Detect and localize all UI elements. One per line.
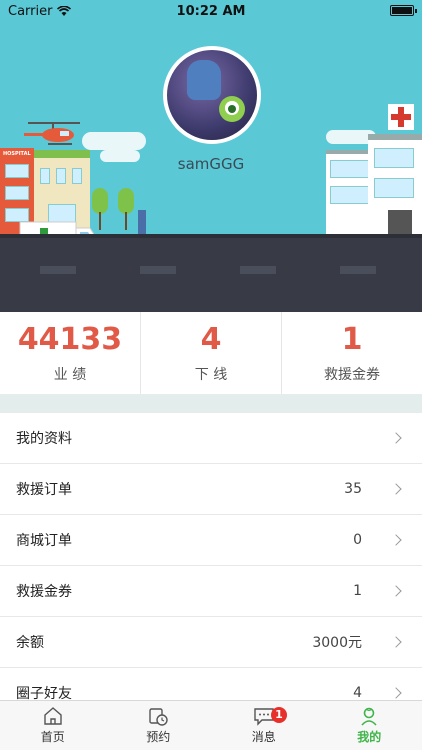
hospital-tower — [368, 134, 422, 238]
tree-icon — [92, 188, 108, 214]
chevron-right-icon — [390, 636, 402, 648]
stat-rescue-coupon[interactable]: 1 救援金券 — [282, 312, 422, 394]
stat-value: 4 — [200, 322, 222, 357]
menu-item-mall-orders[interactable]: 商城订单 0 — [0, 515, 422, 566]
stat-label: 下 线 — [194, 367, 228, 383]
menu-item-rescue-orders[interactable]: 救援订单 35 — [0, 464, 422, 515]
unread-badge: 1 — [271, 707, 287, 723]
stats-panel: 44133 业 绩 4 下 线 1 救援金券 — [0, 312, 422, 394]
chevron-right-icon — [390, 483, 402, 495]
helicopter-icon — [24, 122, 80, 145]
menu-item-balance[interactable]: 余额 3000元 — [0, 617, 422, 668]
tab-appointment[interactable]: 预约 — [106, 701, 212, 750]
avatar[interactable] — [163, 46, 261, 144]
calendar-clock-icon — [149, 708, 168, 726]
menu-list: 我的资料 救援订单 35 商城订单 0 救援金券 1 余额 3000元 圈子好友… — [0, 413, 422, 719]
home-icon — [44, 707, 62, 725]
chevron-right-icon — [390, 534, 402, 546]
tab-messages[interactable]: 消息 1 — [211, 701, 317, 750]
tab-label: 首页 — [40, 730, 65, 744]
menu-item-label: 救援订单 — [16, 482, 72, 498]
menu-item-rescue-coupons[interactable]: 救援金券 1 — [0, 566, 422, 617]
red-cross-icon — [388, 104, 414, 130]
stat-label: 业 绩 — [53, 367, 87, 383]
status-bar: Carrier 10:22 AM — [0, 0, 422, 22]
menu-item-value: 3000元 — [312, 635, 362, 651]
menu-item-label: 我的资料 — [16, 431, 72, 447]
tab-label: 消息 — [251, 730, 276, 744]
profile-screen: HOSPITAL samGGG Carrier 10:22 AM 44133 业… — [0, 0, 422, 750]
menu-item-label: 商城订单 — [16, 533, 72, 549]
tree-icon — [118, 188, 134, 214]
menu-item-label: 余额 — [16, 635, 44, 651]
stat-performance[interactable]: 44133 业 绩 — [0, 312, 141, 394]
username: samGGG — [177, 155, 245, 173]
status-time: 10:22 AM — [176, 3, 246, 19]
tab-home[interactable]: 首页 — [0, 701, 106, 750]
user-icon — [361, 707, 377, 726]
cloud-icon — [82, 132, 146, 150]
stat-value: 44133 — [17, 322, 123, 357]
menu-item-my-profile[interactable]: 我的资料 — [0, 413, 422, 464]
road — [0, 238, 422, 312]
profile-header: HOSPITAL samGGG — [0, 0, 422, 312]
stat-value: 1 — [341, 322, 363, 357]
menu-item-value: 35 — [344, 481, 362, 497]
stat-downline[interactable]: 4 下 线 — [141, 312, 282, 394]
tab-label: 我的 — [357, 730, 382, 744]
tab-mine[interactable]: 我的 — [317, 701, 422, 750]
battery-icon — [390, 5, 417, 16]
stat-label: 救援金券 — [324, 367, 380, 383]
tab-bar: 首页 预约 消息 1 我的 — [0, 700, 422, 750]
chevron-right-icon — [390, 687, 402, 699]
chevron-right-icon — [390, 432, 402, 444]
tab-label: 预约 — [146, 730, 171, 744]
menu-item-label: 救援金券 — [16, 584, 72, 600]
menu-item-value: 4 — [353, 685, 362, 701]
menu-item-value: 1 — [353, 583, 362, 599]
menu-item-value: 0 — [353, 532, 362, 548]
chevron-right-icon — [390, 585, 402, 597]
